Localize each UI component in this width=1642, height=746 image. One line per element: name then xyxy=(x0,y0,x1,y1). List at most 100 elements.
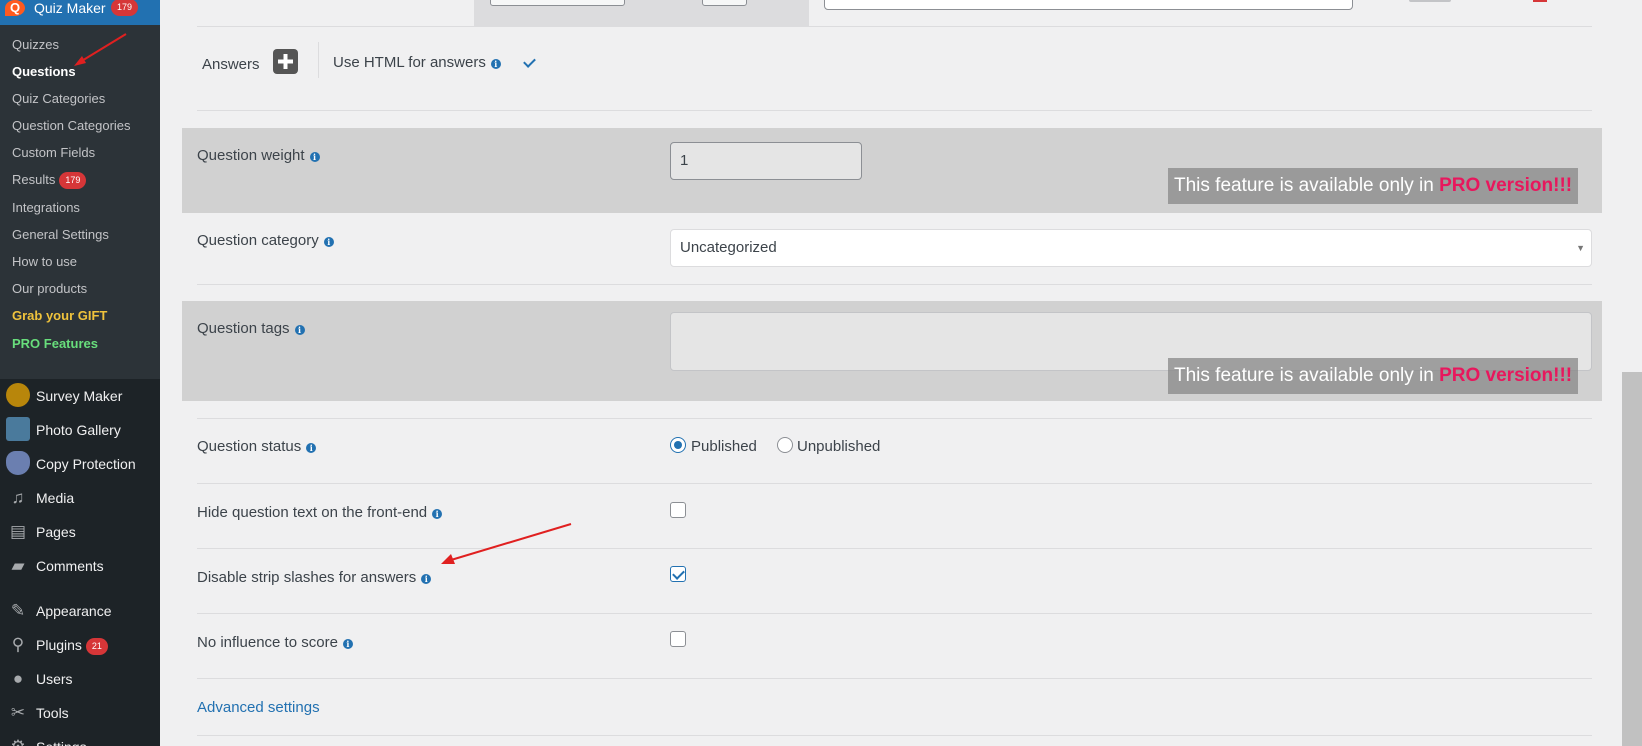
survey-maker-icon xyxy=(6,383,30,407)
menu-appearance[interactable]: ✎ Appearance xyxy=(0,594,160,628)
answer-text-input-top[interactable] xyxy=(824,0,1353,10)
submenu-results[interactable]: Results 179 xyxy=(12,172,87,189)
menu-survey-maker-label: Survey Maker xyxy=(36,388,123,404)
answer-action-top[interactable] xyxy=(1409,0,1451,2)
plus-icon xyxy=(278,54,293,69)
answers-separator xyxy=(318,42,319,78)
delete-answer-icon[interactable] xyxy=(1533,0,1547,2)
menu-plugins[interactable]: ⚲ Plugins 21 xyxy=(0,628,160,662)
add-answer-button[interactable] xyxy=(273,49,298,74)
submenu-integrations[interactable]: Integrations xyxy=(12,200,80,216)
answer-weight-top[interactable] xyxy=(702,0,747,6)
info-icon[interactable]: i xyxy=(490,59,501,69)
info-icon[interactable]: i xyxy=(342,639,353,649)
answers-label: Answers xyxy=(202,56,260,73)
question-status-label: Question status i xyxy=(197,438,317,456)
menu-settings[interactable]: ⚙ Settings xyxy=(0,730,160,746)
use-html-text: Use HTML for answers xyxy=(333,54,486,71)
status-unpublished-radio[interactable] xyxy=(777,437,793,453)
menu-tools-label: Tools xyxy=(36,705,69,721)
menu-media[interactable]: ♫ Media xyxy=(0,481,160,515)
plugins-icon: ⚲ xyxy=(11,635,25,654)
pro-feature-banner: This feature is available only in PRO ve… xyxy=(1168,168,1579,204)
scrollbar-thumb[interactable] xyxy=(1622,372,1642,746)
question-tags-label: Question tags i xyxy=(197,320,305,338)
info-icon[interactable]: i xyxy=(306,443,317,453)
pro-feature-banner: This feature is available only in PRO ve… xyxy=(1168,358,1579,394)
results-badge: 179 xyxy=(59,172,87,189)
status-unpublished-label[interactable]: Unpublished xyxy=(797,438,880,456)
menu-plugins-label: Plugins 21 xyxy=(36,636,108,655)
menu-comments[interactable]: ▰ Comments xyxy=(0,549,160,583)
divider xyxy=(197,735,1592,736)
info-icon[interactable]: i xyxy=(421,574,432,584)
info-icon[interactable]: i xyxy=(294,325,305,335)
question-category-label: Question category i xyxy=(197,232,334,250)
pro-banner-prefix: This feature is available only in xyxy=(1174,175,1440,196)
question-status-text: Question status xyxy=(197,438,302,455)
submenu-custom-fields[interactable]: Custom Fields xyxy=(12,145,95,161)
status-published-label[interactable]: Published xyxy=(691,438,757,456)
quiz-maker-logo-icon: Q xyxy=(5,0,25,16)
quiz-maker-menu[interactable]: Q Quiz Maker 179 xyxy=(0,0,160,25)
pro-version-highlight[interactable]: PRO version!!! xyxy=(1439,365,1572,386)
divider xyxy=(197,284,1592,285)
divider xyxy=(197,678,1592,679)
quiz-maker-badge: 179 xyxy=(111,0,139,16)
submenu-question-categories[interactable]: Question Categories xyxy=(12,118,131,134)
admin-sidebar: Q Quiz Maker 179 Quizzes Questions Quiz … xyxy=(0,0,160,746)
tools-icon: ✂ xyxy=(10,703,26,722)
answer-input-top[interactable] xyxy=(490,0,625,6)
menu-pages[interactable]: ▤ Pages xyxy=(0,515,160,549)
question-weight-input[interactable]: 1 xyxy=(670,142,862,180)
use-html-checkbox[interactable] xyxy=(522,55,536,69)
question-category-text: Question category xyxy=(197,232,319,249)
media-icon: ♫ xyxy=(11,488,25,507)
menu-appearance-label: Appearance xyxy=(36,603,112,619)
disable-strip-slashes-checkbox[interactable] xyxy=(670,566,686,582)
status-published-radio[interactable] xyxy=(670,437,686,453)
use-html-label: Use HTML for answers i xyxy=(333,54,501,72)
disable-strip-slashes-label: Disable strip slashes for answers i xyxy=(197,569,432,587)
info-icon[interactable]: i xyxy=(432,509,443,519)
disable-strip-slashes-text: Disable strip slashes for answers xyxy=(197,569,417,586)
submenu-general-settings[interactable]: General Settings xyxy=(12,227,109,243)
hide-question-text-checkbox[interactable] xyxy=(670,502,686,518)
menu-survey-maker[interactable]: Survey Maker xyxy=(0,379,160,413)
question-category-select[interactable]: Uncategorized ▼ xyxy=(670,229,1592,267)
question-tags-text: Question tags xyxy=(197,320,290,337)
annotation-arrow-strip-slashes xyxy=(441,523,572,564)
divider xyxy=(197,483,1592,484)
menu-pages-label: Pages xyxy=(36,524,76,540)
menu-tools[interactable]: ✂ Tools xyxy=(0,696,160,730)
advanced-settings-link[interactable]: Advanced settings xyxy=(197,699,320,717)
submenu-questions[interactable]: Questions xyxy=(12,64,76,80)
menu-copy-protection[interactable]: Copy Protection xyxy=(0,447,160,481)
submenu-pro-features[interactable]: PRO Features xyxy=(12,336,98,352)
hide-question-text-text: Hide question text on the front-end xyxy=(197,504,428,521)
no-influence-checkbox[interactable] xyxy=(670,631,686,647)
info-icon[interactable]: i xyxy=(323,237,334,247)
submenu-quizzes[interactable]: Quizzes xyxy=(12,37,59,53)
menu-users[interactable]: ● Users xyxy=(0,662,160,696)
question-weight-label: Question weight i xyxy=(197,147,320,165)
plugins-badge: 21 xyxy=(85,638,108,655)
hide-question-text-label: Hide question text on the front-end i xyxy=(197,504,443,522)
menu-media-label: Media xyxy=(36,490,75,506)
menu-settings-label: Settings xyxy=(36,738,87,746)
divider xyxy=(197,26,1592,27)
pro-version-highlight[interactable]: PRO version!!! xyxy=(1439,175,1572,196)
menu-copy-protection-label: Copy Protection xyxy=(36,456,136,472)
appearance-icon: ✎ xyxy=(10,601,26,620)
menu-comments-label: Comments xyxy=(36,558,104,574)
submenu-how-to-use[interactable]: How to use xyxy=(12,254,77,270)
submenu-our-products[interactable]: Our products xyxy=(12,281,87,297)
info-icon[interactable]: i xyxy=(309,152,320,162)
pages-icon: ▤ xyxy=(9,522,27,541)
submenu-quiz-categories[interactable]: Quiz Categories xyxy=(12,91,105,107)
menu-photo-gallery[interactable]: Photo Gallery xyxy=(0,413,160,447)
menu-users-label: Users xyxy=(36,671,73,687)
submenu-results-label: Results xyxy=(12,172,56,187)
app-window: Q Quiz Maker 179 Quizzes Questions Quiz … xyxy=(0,0,1642,746)
submenu-grab-your-gift[interactable]: Grab your GIFT xyxy=(12,308,107,324)
